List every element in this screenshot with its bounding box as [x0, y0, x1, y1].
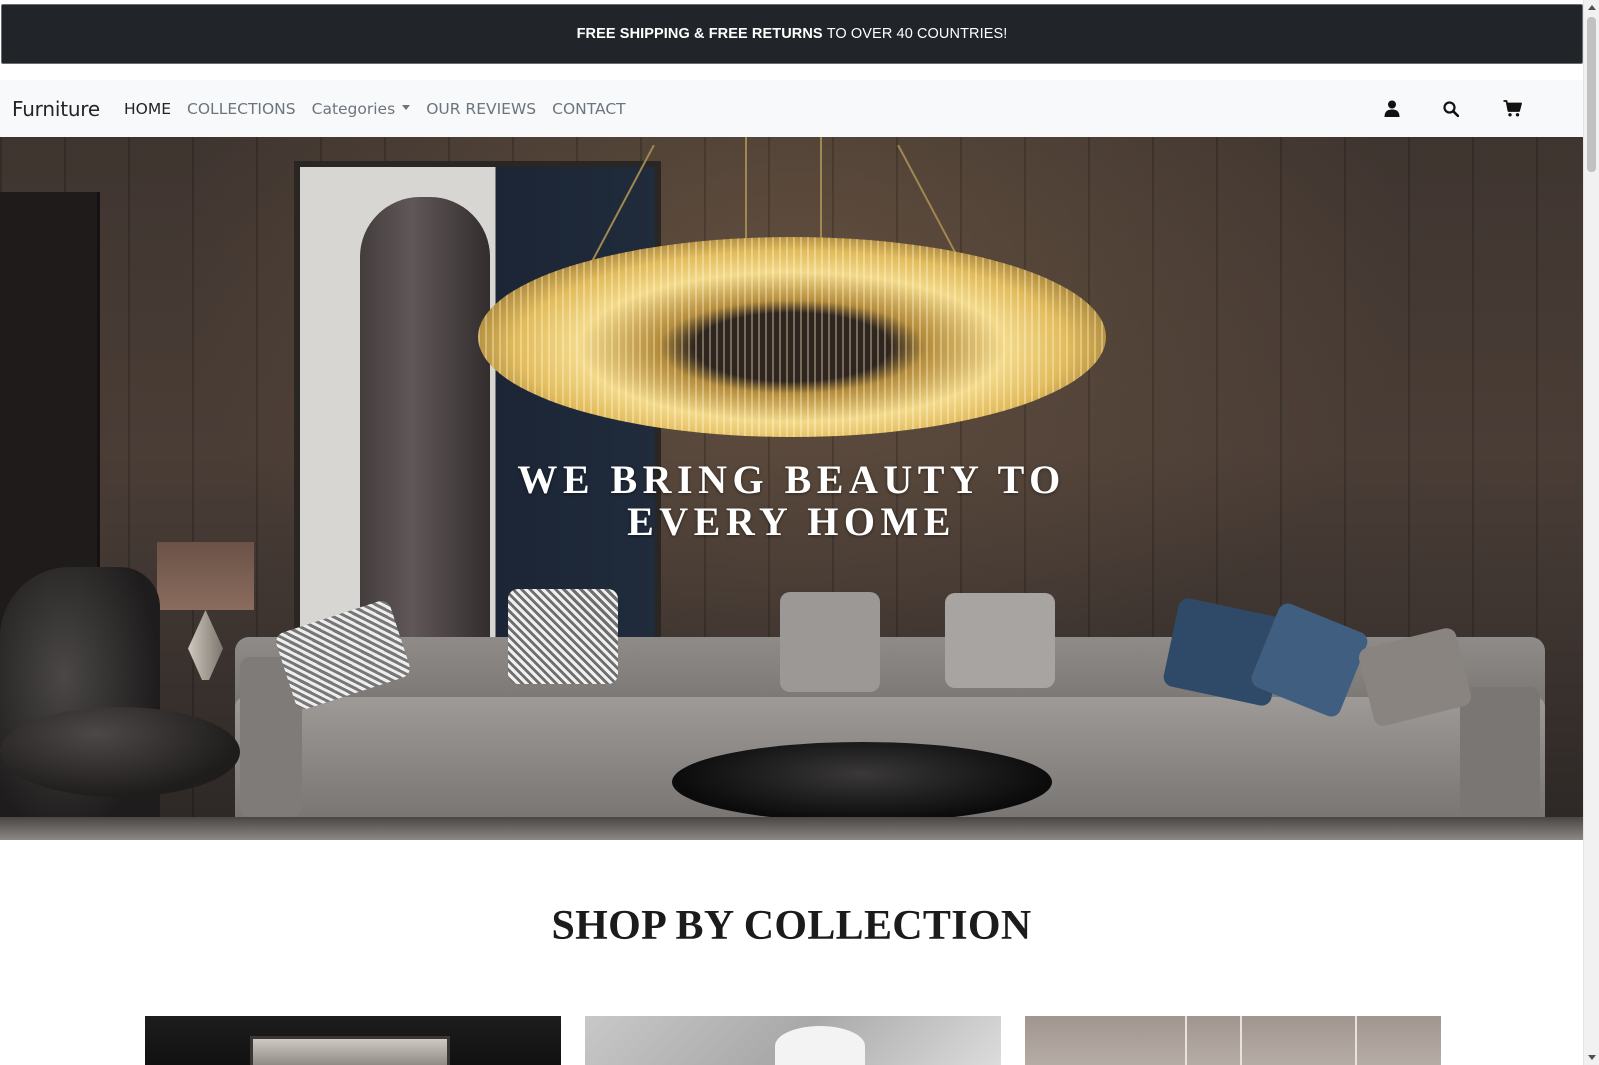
announcement-bold-text: FREE SHIPPING & FREE RETURNS [576, 26, 823, 42]
section-title: SHOP BY COLLECTION [551, 903, 1032, 949]
chandelier [478, 237, 1106, 437]
collection-image [1185, 1016, 1187, 1065]
floor [0, 817, 1583, 840]
caret-down-icon [402, 104, 411, 110]
announcement-text: TO OVER 40 COUNTRIES! [826, 26, 1008, 42]
nav-dropdown-categories-label: Categories [311, 99, 396, 118]
ottoman [0, 707, 240, 797]
user-icon[interactable] [1381, 98, 1403, 120]
nav-link-contact[interactable]: CONTACT [544, 100, 634, 118]
pillow [945, 593, 1055, 688]
scrollbar-thumb[interactable] [1587, 17, 1596, 172]
brand-logo[interactable]: Furniture [12, 97, 100, 121]
navbar: Furniture HOME COLLECTIONS Categories OU… [0, 80, 1583, 137]
hero-headline: WE BRING BEAUTY TO EVERY HOME [0, 459, 1583, 543]
announcement-bar: FREE SHIPPING & FREE RETURNS TO OVER 40 … [1, 4, 1583, 64]
hero-headline-line-2: EVERY HOME [627, 499, 956, 544]
pillow [508, 589, 618, 684]
nav-links: HOME COLLECTIONS Categories OUR REVIEWS … [116, 100, 634, 118]
collection-card[interactable] [585, 1016, 1001, 1065]
nav-link-our-reviews[interactable]: OUR REVIEWS [418, 100, 544, 118]
scroll-down-arrow-icon[interactable] [1588, 1055, 1596, 1060]
collection-card[interactable] [145, 1016, 561, 1065]
search-icon[interactable] [1440, 98, 1462, 120]
page: FREE SHIPPING & FREE RETURNS TO OVER 40 … [0, 0, 1599, 1065]
cart-icon[interactable] [1501, 98, 1523, 120]
scrollbar[interactable] [1583, 0, 1599, 1065]
hero-banner: WE BRING BEAUTY TO EVERY HOME [0, 137, 1583, 840]
nav-link-home[interactable]: HOME [116, 100, 179, 118]
nav-link-collections[interactable]: COLLECTIONS [179, 100, 304, 118]
coffee-table [672, 742, 1052, 822]
collection-card[interactable] [1025, 1016, 1441, 1065]
collection-image [775, 1026, 865, 1065]
collection-image [250, 1036, 450, 1065]
lamp-shade [157, 542, 254, 610]
scroll-up-arrow-icon[interactable] [1588, 5, 1596, 10]
sofa-arm [1460, 687, 1540, 837]
pillow [780, 592, 880, 692]
hero-headline-line-1: WE BRING BEAUTY TO [517, 457, 1066, 502]
collection-image [1240, 1016, 1242, 1065]
collection-image [1355, 1016, 1357, 1065]
nav-dropdown-categories[interactable]: Categories [304, 100, 419, 118]
